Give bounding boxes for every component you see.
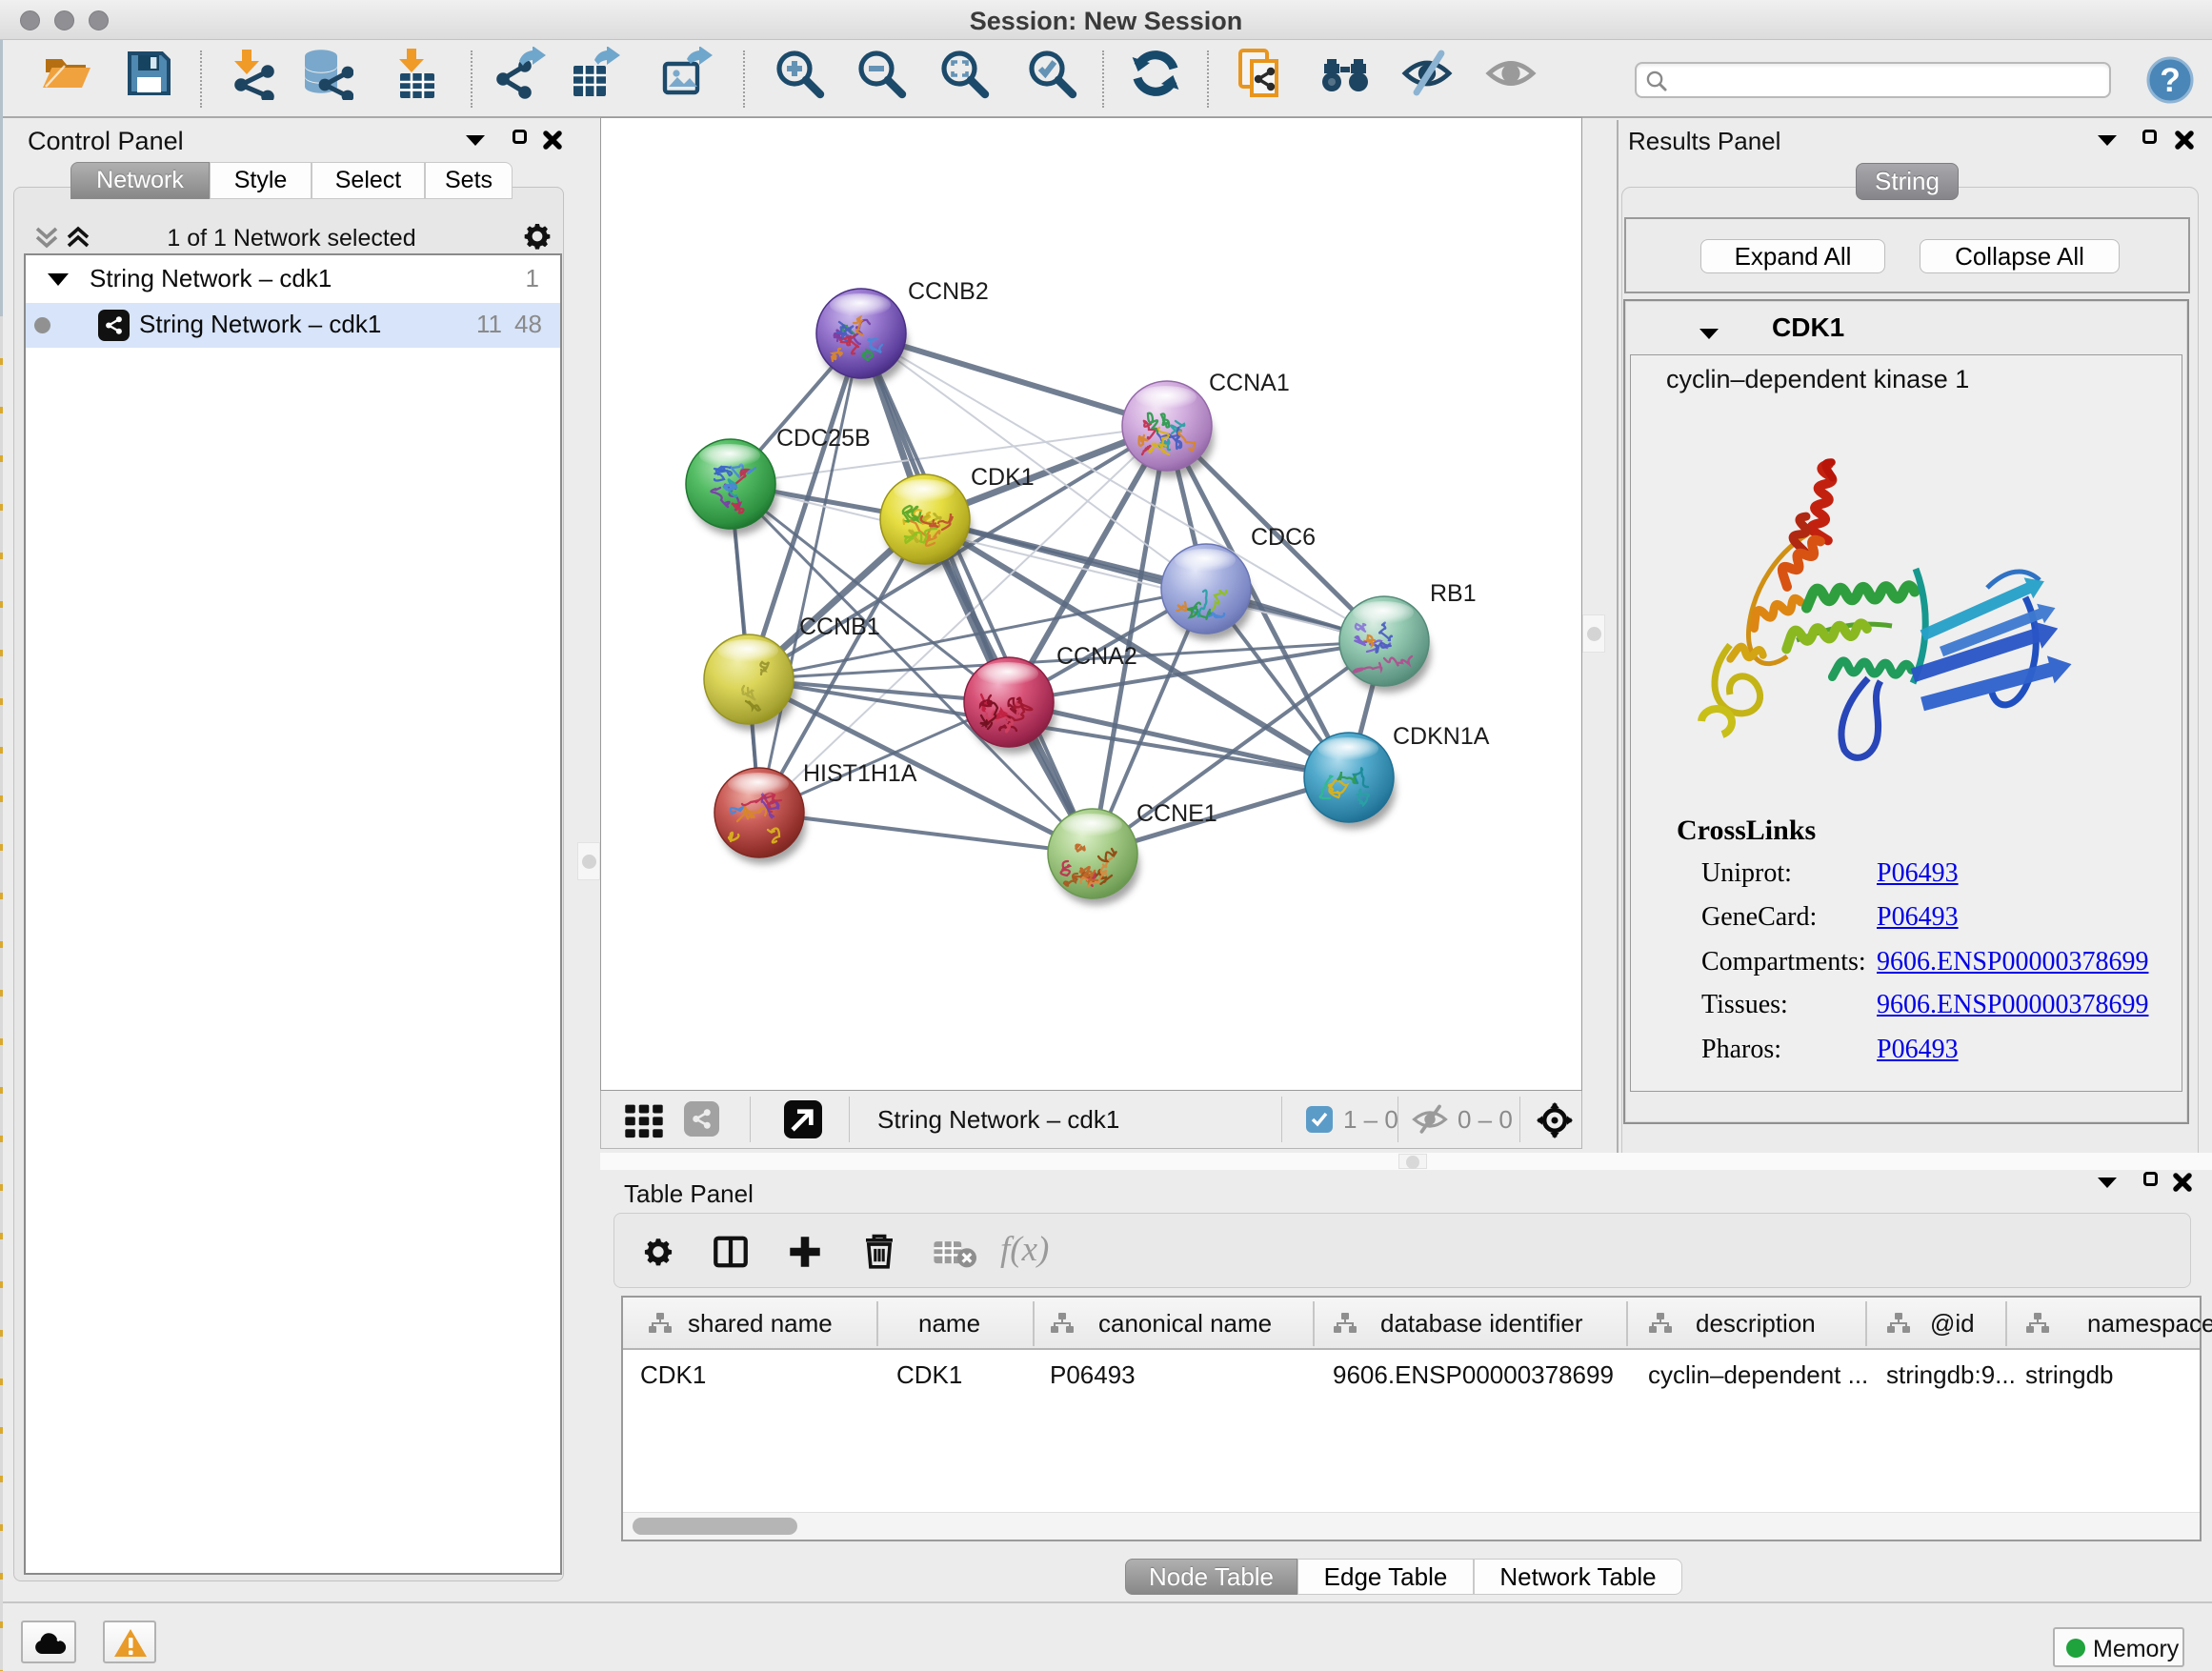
svg-text:RB1: RB1 [1430,580,1477,607]
svg-text:CDC25B: CDC25B [776,425,871,452]
svg-text:?: ? [2160,62,2181,99]
svg-text:CCNB2: CCNB2 [908,278,989,305]
svg-text:CCNA1: CCNA1 [1209,370,1290,396]
svg-text:CCNE1: CCNE1 [1136,800,1217,827]
svg-text:CDKN1A: CDKN1A [1393,723,1490,750]
svg-text:CCNB1: CCNB1 [799,614,880,640]
svg-text:CDC6: CDC6 [1251,524,1316,551]
svg-text:CCNA2: CCNA2 [1056,643,1137,670]
svg-text:HIST1H1A: HIST1H1A [803,760,917,787]
svg-text:CDK1: CDK1 [971,464,1035,491]
